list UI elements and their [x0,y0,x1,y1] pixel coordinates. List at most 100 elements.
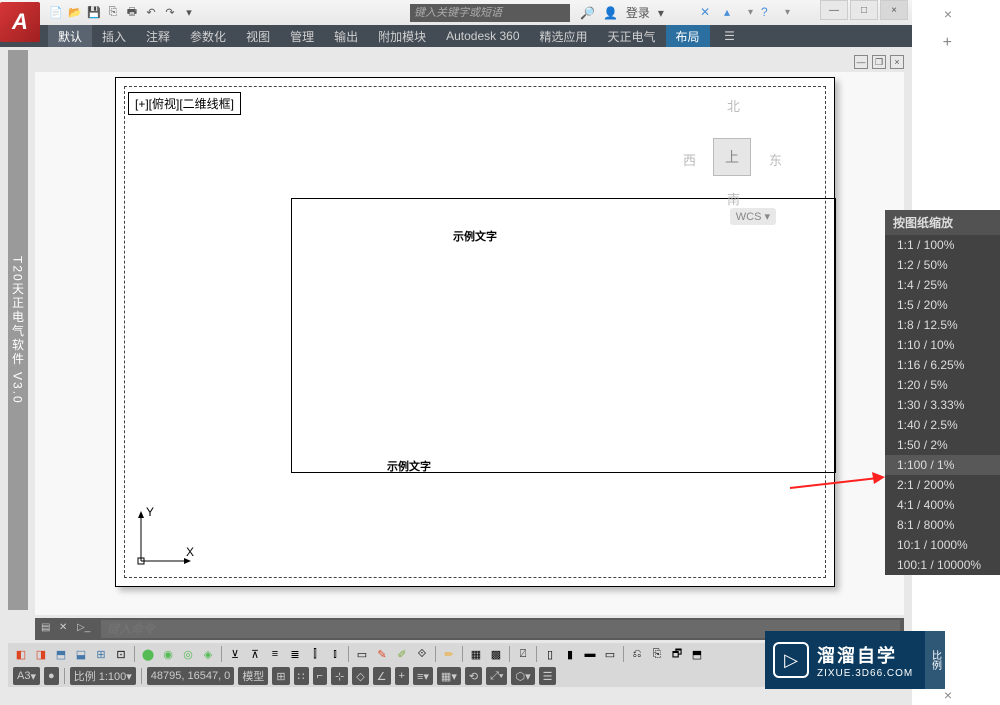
tool-icon[interactable]: ▦ [467,645,485,663]
tool-icon[interactable]: ▩ [487,645,505,663]
print-icon[interactable]: 🖶 [124,5,140,21]
scale-item[interactable]: 1:1 / 100% [885,235,1000,255]
tab-featured[interactable]: 精选应用 [530,25,598,47]
ribbon-expand-icon[interactable]: ☰ [720,29,740,43]
binoculars-icon[interactable]: 🔎 [580,6,595,20]
viewcube-top-face[interactable]: 上 [713,138,751,176]
compass-north[interactable]: 北 [727,96,740,115]
dropdown-icon[interactable]: ▾ [785,7,790,18]
tool-icon[interactable]: ◨ [32,645,50,663]
drawing-canvas[interactable]: [+][俯视][二维线框] 示例文字 示例文字 Y X 北 南 西 [35,72,904,615]
scale-item[interactable]: 1:100 / 1% [885,455,1000,475]
tool-icon[interactable]: ⍁ [514,645,532,663]
scale-item[interactable]: 1:50 / 2% [885,435,1000,455]
tool-icon[interactable]: ✐ [393,645,411,663]
dyn-input-icon[interactable]: + [395,667,409,685]
tool-icon[interactable]: ⬓ [72,645,90,663]
close-button[interactable]: × [880,0,908,20]
saveas-icon[interactable]: ⎘ [105,5,121,21]
scale-item[interactable]: 1:4 / 25% [885,275,1000,295]
wcs-badge[interactable]: WCS ▾ [730,208,776,225]
doc-restore-button[interactable]: ❐ [872,55,886,69]
tool-icon[interactable]: ✏ [440,645,458,663]
tab-autodesk360[interactable]: Autodesk 360 [436,25,529,47]
osnap-toggle-icon[interactable]: ◇ [352,667,368,685]
tab-tianzheng[interactable]: 天正电气 [598,25,666,47]
tool-icon[interactable]: 🗗 [668,645,686,663]
command-history-icon[interactable]: ▤ [41,622,55,636]
viewcube[interactable]: 北 南 西 东 上 [679,96,784,216]
scale-item[interactable]: 10:1 / 1000% [885,535,1000,555]
space-toggle[interactable]: 模型 [238,667,268,685]
tool-icon[interactable]: ▭ [353,645,371,663]
tool-icon[interactable]: ◧ [12,645,30,663]
lineweight-icon[interactable]: ≡▾ [413,667,433,685]
tool-icon[interactable]: ◉ [159,645,177,663]
scale-item[interactable]: 100:1 / 10000% [885,555,1000,575]
tool-icon[interactable]: ⎘ [648,645,666,663]
scale-item[interactable]: 1:10 / 10% [885,335,1000,355]
tool-icon[interactable]: ⎌ [628,645,646,663]
tab-view[interactable]: 视图 [236,25,280,47]
ucs-icon[interactable]: Y X [136,506,196,566]
workspace-icon[interactable]: ⬡▾ [511,667,534,685]
search-input[interactable]: 键入关键字或短语 [410,4,570,22]
tab-addins[interactable]: 附加模块 [368,25,436,47]
redo-icon[interactable]: ↷ [162,5,178,21]
command-close-icon[interactable]: ✕ [59,622,73,636]
customize-icon[interactable]: ☰ [539,667,557,685]
tab-add-icon[interactable]: + [943,34,952,52]
cycling-icon[interactable]: ⟲ [465,667,482,685]
scale-item[interactable]: 4:1 / 400% [885,495,1000,515]
login-label[interactable]: 登录 [626,4,650,21]
tool-icon[interactable]: ⫿ [306,645,324,663]
tool-icon[interactable]: ◎ [179,645,197,663]
viewport-rectangle[interactable] [291,198,836,473]
tool-icon[interactable]: ◈ [199,645,217,663]
dropdown-icon[interactable]: ▾ [748,7,753,18]
tab-insert[interactable]: 插入 [92,25,136,47]
scale-item[interactable]: 1:40 / 2.5% [885,415,1000,435]
tool-icon[interactable]: ⊡ [112,645,130,663]
minimize-button[interactable]: — [820,0,848,20]
tool-icon[interactable]: ▮ [561,645,579,663]
tab-close-icon[interactable]: × [944,687,952,703]
tool-icon[interactable]: ⟐ [413,645,431,663]
tab-annotate[interactable]: 注释 [136,25,180,47]
grid-toggle-icon[interactable]: ⊞ [272,667,289,685]
scale-item[interactable]: 1:8 / 12.5% [885,315,1000,335]
compass-south[interactable]: 南 [727,189,740,208]
tool-icon[interactable]: ⬤ [139,645,157,663]
scale-item[interactable]: 1:16 / 6.25% [885,355,1000,375]
tool-icon[interactable]: ⬒ [688,645,706,663]
app-logo[interactable] [0,2,40,42]
tool-icon[interactable]: ≡ [266,645,284,663]
new-icon[interactable]: 📄 [48,5,64,21]
tab-layout[interactable]: 布局 [666,25,710,47]
tracking-icon[interactable]: ∠ [373,667,391,685]
tool-icon[interactable]: ▯ [541,645,559,663]
tool-icon[interactable]: ⬒ [52,645,70,663]
favorite-icon[interactable]: ▴ [724,5,740,21]
scale-display[interactable]: 比例 1:100 ▾ [70,667,136,685]
viewport-label[interactable]: [+][俯视][二维线框] [128,92,241,115]
tool-icon[interactable]: ✎ [373,645,391,663]
tool-icon[interactable]: ≣ [286,645,304,663]
scale-item[interactable]: 1:5 / 20% [885,295,1000,315]
undo-icon[interactable]: ↶ [143,5,159,21]
transparency-icon[interactable]: ▦▾ [437,667,461,685]
doc-minimize-button[interactable]: — [854,55,868,69]
scale-item[interactable]: 1:2 / 50% [885,255,1000,275]
doc-close-button[interactable]: × [890,55,904,69]
tool-icon[interactable]: ▭ [601,645,619,663]
tab-output[interactable]: 输出 [324,25,368,47]
ortho-toggle-icon[interactable]: ⌐ [313,667,327,685]
save-icon[interactable]: 💾 [86,5,102,21]
maximize-button[interactable]: □ [850,0,878,20]
tool-icon[interactable]: ⫾ [326,645,344,663]
scale-item[interactable]: 1:20 / 5% [885,375,1000,395]
paper-size-selector[interactable]: A3 ▾ [13,667,40,685]
tab-parametric[interactable]: 参数化 [180,25,236,47]
qat-dropdown-icon[interactable]: ▾ [181,5,197,21]
compass-east[interactable]: 东 [769,150,782,169]
